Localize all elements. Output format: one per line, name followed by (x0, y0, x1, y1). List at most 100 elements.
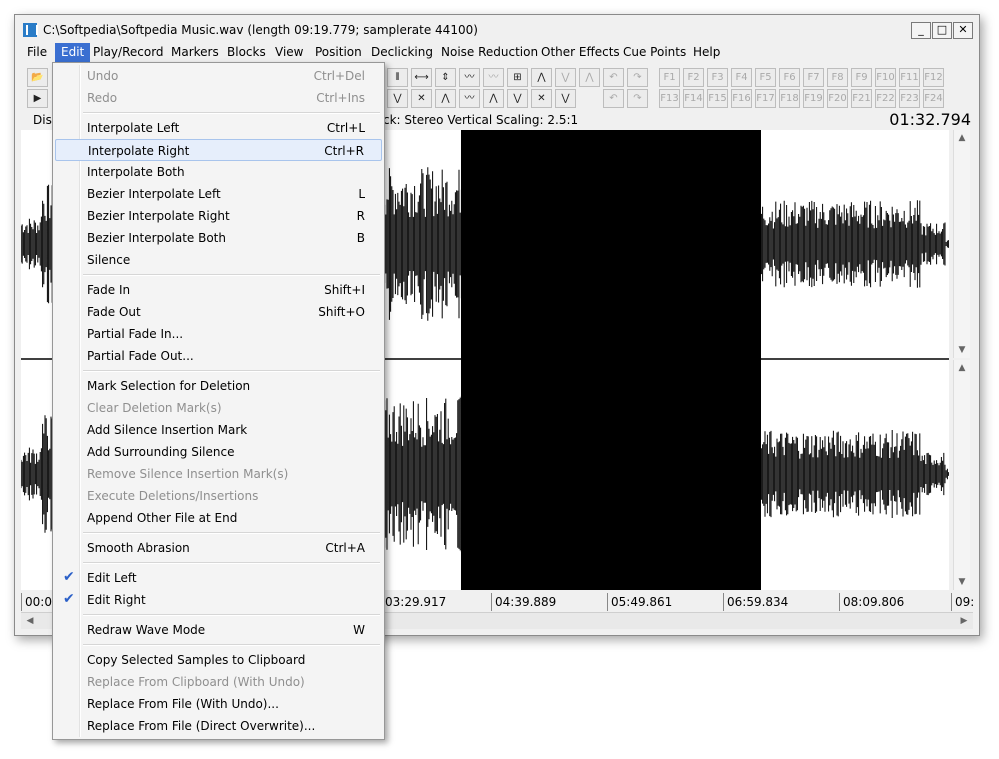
menu-item-edit-right[interactable]: ✔ Edit Right (55, 589, 382, 611)
menu-item-bezier-interpolate-both[interactable]: Bezier Interpolate Both B (55, 227, 382, 249)
fkey-button-f23[interactable]: F23 (899, 89, 920, 108)
tool-icon-3[interactable]: ⇕ (435, 68, 456, 87)
menu-markers[interactable]: Markers (165, 43, 225, 63)
redo-small-icon[interactable]: ↷ (627, 89, 648, 108)
tool-icon-8[interactable]: ⋁ (555, 68, 576, 87)
fkey-button-f5[interactable]: F5 (755, 68, 776, 87)
menu-other-effects[interactable]: Other Effects (535, 43, 626, 63)
fkey-button-f14[interactable]: F14 (683, 89, 704, 108)
menu-item-add-silence-insertion-mark[interactable]: Add Silence Insertion Mark (55, 419, 382, 441)
menu-item-bezier-interpolate-right[interactable]: Bezier Interpolate Right R (55, 205, 382, 227)
redo-icon[interactable]: ↷ (627, 68, 648, 87)
menu-item-replace-from-file-with-undo[interactable]: Replace From File (With Undo)... (55, 693, 382, 715)
tool-icon-5[interactable]: 〰 (483, 68, 504, 87)
tool-icon-17[interactable]: ⋁ (555, 89, 576, 108)
scroll-down-icon[interactable]: ▼ (955, 575, 969, 589)
tool-icon-7[interactable]: ⋀ (531, 68, 552, 87)
tool-icon-13[interactable]: 〰 (459, 89, 480, 108)
fkey-button-f4[interactable]: F4 (731, 68, 752, 87)
menu-blocks[interactable]: Blocks (221, 43, 272, 63)
menu-play-record[interactable]: Play/Record (87, 43, 170, 63)
menu-item-mark-selection-for-deletion[interactable]: Mark Selection for Deletion (55, 375, 382, 397)
undo-icon[interactable]: ↶ (603, 68, 624, 87)
menu-item-partial-fade-in[interactable]: Partial Fade In... (55, 323, 382, 345)
menu-item-interpolate-left[interactable]: Interpolate Left Ctrl+L (55, 117, 382, 139)
fkey-button-f16[interactable]: F16 (731, 89, 752, 108)
menu-item-append-other-file-at-end[interactable]: Append Other File at End (55, 507, 382, 529)
fkey-button-f21[interactable]: F21 (851, 89, 872, 108)
menu-item-smooth-abrasion[interactable]: Smooth Abrasion Ctrl+A (55, 537, 382, 559)
menu-item-redo[interactable]: Redo Ctrl+Ins (55, 87, 382, 109)
menu-item-execute-deletions-insertions[interactable]: Execute Deletions/Insertions (55, 485, 382, 507)
fkey-button-f19[interactable]: F19 (803, 89, 824, 108)
menu-item-remove-silence-insertion-mark-s[interactable]: Remove Silence Insertion Mark(s) (55, 463, 382, 485)
tool-icon-6[interactable]: ⊞ (507, 68, 528, 87)
menu-item-interpolate-both[interactable]: Interpolate Both (55, 161, 382, 183)
tool-icon-4[interactable]: 〰 (459, 68, 480, 87)
maximize-button[interactable]: □ (932, 22, 952, 39)
menu-edit[interactable]: Edit (55, 43, 91, 63)
open-folder-icon[interactable]: 📂 (27, 68, 48, 87)
tool-icon-14[interactable]: ⋀ (483, 89, 504, 108)
scroll-right-icon[interactable]: ▶ (957, 614, 971, 628)
fkey-button-f10[interactable]: F10 (875, 68, 896, 87)
menu-item-fade-in[interactable]: Fade In Shift+I (55, 279, 382, 301)
tool-icon-2[interactable]: ⟷ (411, 68, 432, 87)
fkey-button-f11[interactable]: F11 (899, 68, 920, 87)
undo-small-icon[interactable]: ↶ (603, 89, 624, 108)
menu-item-copy-selected-samples-to-clipboard[interactable]: Copy Selected Samples to Clipboard (55, 649, 382, 671)
close-button[interactable]: ✕ (953, 22, 973, 39)
menu-item-add-surrounding-silence[interactable]: Add Surrounding Silence (55, 441, 382, 463)
fkey-button-f20[interactable]: F20 (827, 89, 848, 108)
menu-item-label: Partial Fade Out... (87, 349, 194, 363)
tool-icon-11[interactable]: ✕ (411, 89, 432, 108)
menu-declicking[interactable]: Declicking (365, 43, 439, 63)
menu-item-bezier-interpolate-left[interactable]: Bezier Interpolate Left L (55, 183, 382, 205)
menu-position[interactable]: Position (309, 43, 368, 63)
fkey-button-f22[interactable]: F22 (875, 89, 896, 108)
menu-noise-reduction[interactable]: Noise Reduction (435, 43, 544, 63)
scroll-up-icon[interactable]: ▲ (955, 131, 969, 145)
right-channel-scrollbar[interactable]: ▲ ▼ (953, 360, 970, 590)
fkey-button-f8[interactable]: F8 (827, 68, 848, 87)
menu-item-fade-out[interactable]: Fade Out Shift+O (55, 301, 382, 323)
fkey-button-f1[interactable]: F1 (659, 68, 680, 87)
menu-item-redraw-wave-mode[interactable]: Redraw Wave Mode W (55, 619, 382, 641)
scroll-up-icon[interactable]: ▲ (955, 361, 969, 375)
menu-cue-points[interactable]: Cue Points (617, 43, 692, 63)
tool-icon-15[interactable]: ⋁ (507, 89, 528, 108)
scroll-left-icon[interactable]: ◀ (23, 614, 37, 628)
tool-icon-10[interactable]: ⋁ (387, 89, 408, 108)
menu-item-partial-fade-out[interactable]: Partial Fade Out... (55, 345, 382, 367)
fkey-button-f18[interactable]: F18 (779, 89, 800, 108)
fkey-button-f7[interactable]: F7 (803, 68, 824, 87)
fkey-button-f24[interactable]: F24 (923, 89, 944, 108)
scroll-down-icon[interactable]: ▼ (955, 343, 969, 357)
menu-item-undo[interactable]: Undo Ctrl+Del (55, 65, 382, 87)
fkey-button-f12[interactable]: F12 (923, 68, 944, 87)
tool-icon-9[interactable]: ⋀ (579, 68, 600, 87)
minimize-button[interactable]: _ (911, 22, 931, 39)
fkey-button-f15[interactable]: F15 (707, 89, 728, 108)
tool-icon-1[interactable]: ⫴ (387, 68, 408, 87)
menu-item-edit-left[interactable]: ✔ Edit Left (55, 567, 382, 589)
fkey-button-f2[interactable]: F2 (683, 68, 704, 87)
menu-item-shortcut: W (353, 623, 365, 637)
play-icon[interactable]: ▶ (27, 89, 48, 108)
fkey-button-f9[interactable]: F9 (851, 68, 872, 87)
fkey-button-f13[interactable]: F13 (659, 89, 680, 108)
menu-item-replace-from-clipboard-with-undo[interactable]: Replace From Clipboard (With Undo) (55, 671, 382, 693)
menu-file[interactable]: File (21, 43, 53, 63)
menu-item-silence[interactable]: Silence (55, 249, 382, 271)
tool-icon-16[interactable]: ✕ (531, 89, 552, 108)
menu-item-clear-deletion-mark-s[interactable]: Clear Deletion Mark(s) (55, 397, 382, 419)
menu-item-interpolate-right[interactable]: Interpolate Right Ctrl+R (55, 139, 382, 161)
tool-icon-12[interactable]: ⋀ (435, 89, 456, 108)
menu-view[interactable]: View (269, 43, 309, 63)
fkey-button-f3[interactable]: F3 (707, 68, 728, 87)
fkey-button-f17[interactable]: F17 (755, 89, 776, 108)
menu-help[interactable]: Help (687, 43, 726, 63)
left-channel-scrollbar[interactable]: ▲ ▼ (953, 130, 970, 358)
fkey-button-f6[interactable]: F6 (779, 68, 800, 87)
menu-item-replace-from-file-direct-overwrite[interactable]: Replace From File (Direct Overwrite)... (55, 715, 382, 737)
